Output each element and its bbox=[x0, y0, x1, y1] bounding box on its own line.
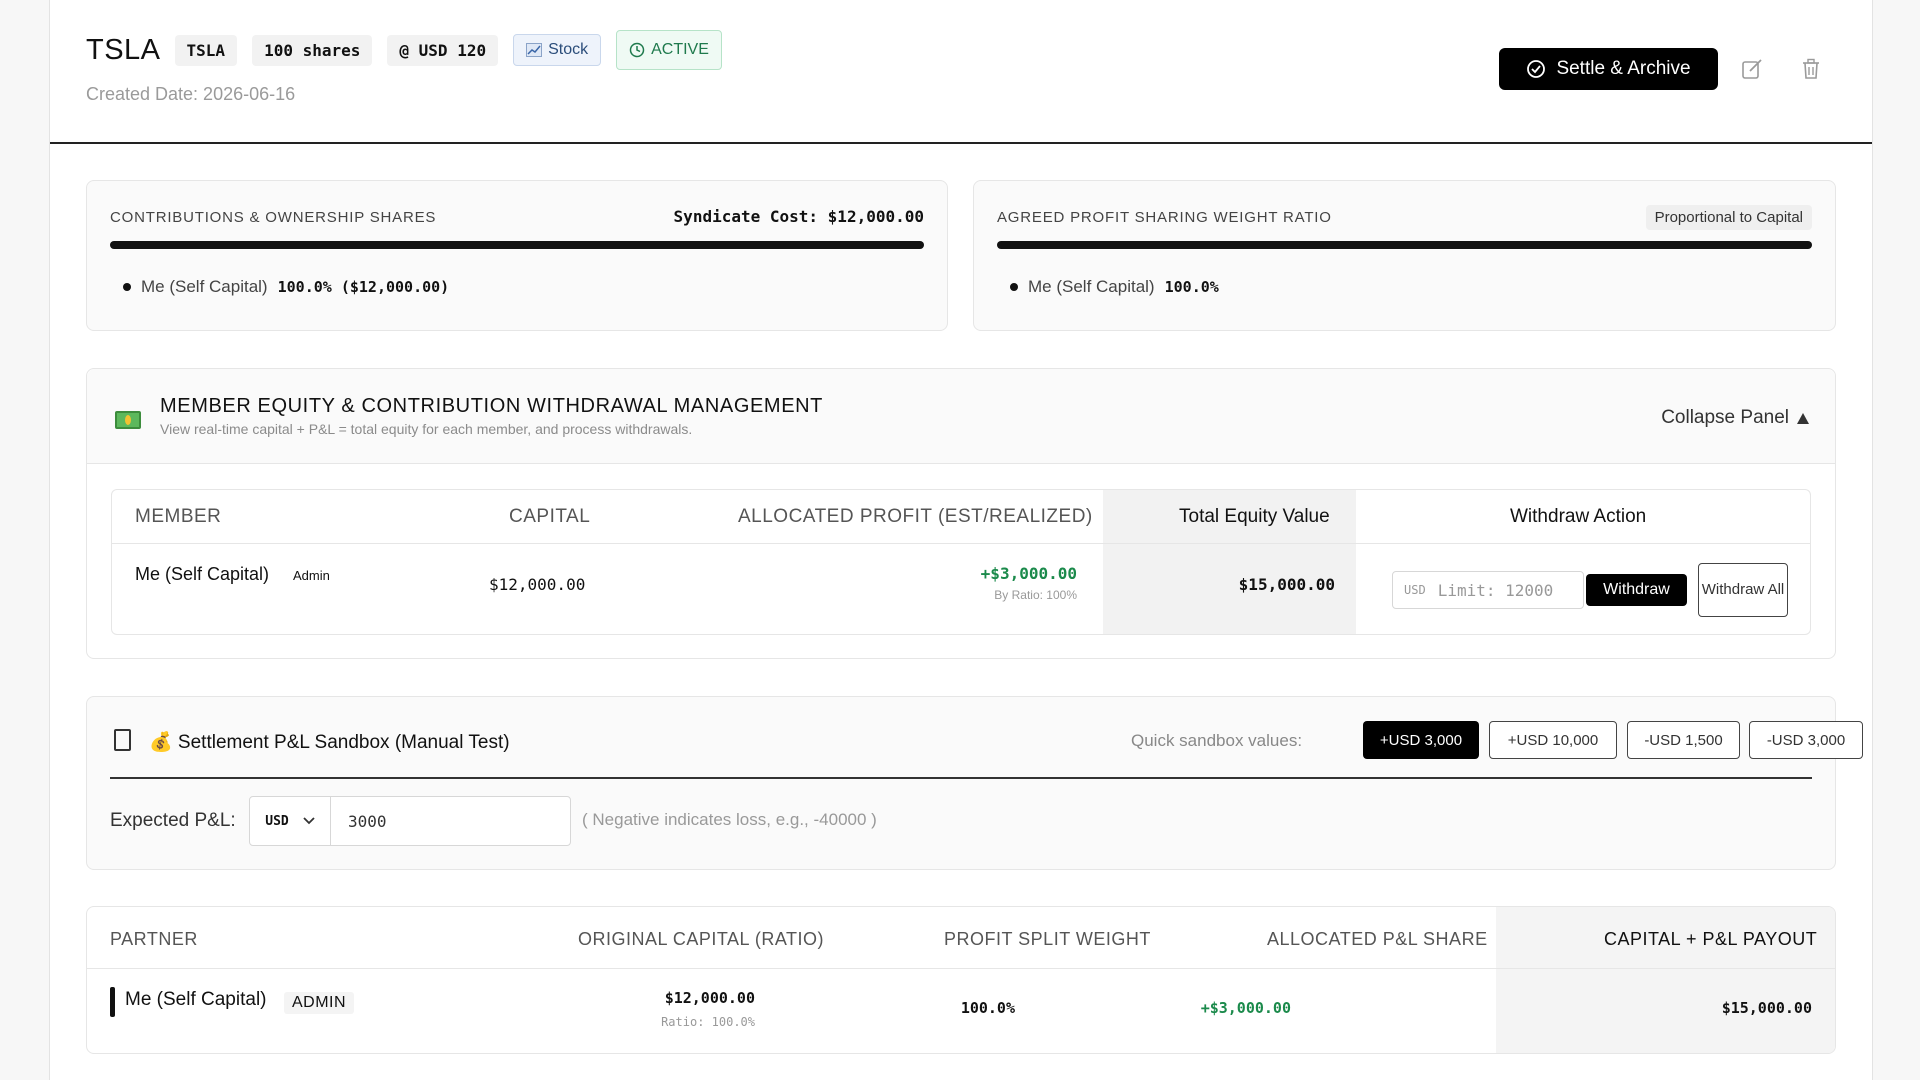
sandbox-divider bbox=[110, 777, 1812, 779]
collapse-panel-button[interactable]: Collapse Panel bbox=[1661, 407, 1809, 429]
currency-value: USD bbox=[265, 813, 289, 829]
expected-pl-field: USD 3000 bbox=[249, 796, 571, 846]
chevron-down-icon bbox=[303, 817, 315, 825]
legend-member: Me (Self Capital) bbox=[141, 277, 268, 296]
syndicate-cost: Syndicate Cost: $12,000.00 bbox=[673, 207, 924, 226]
stock-type-label: Stock bbox=[548, 41, 589, 58]
chart-icon bbox=[526, 43, 543, 57]
sandbox-title: 💰 Settlement P&L Sandbox (Manual Test) bbox=[149, 732, 510, 753]
money-icon bbox=[115, 411, 141, 429]
header-profit: ALLOCATED PROFIT (EST/REALIZED) bbox=[738, 506, 1093, 527]
member-name: Me (Self Capital) bbox=[135, 564, 270, 584]
header-original-capital: ORIGINAL CAPITAL (RATIO) bbox=[578, 929, 825, 949]
profit-ratio-label: AGREED PROFIT SHARING WEIGHT RATIO bbox=[997, 209, 1332, 226]
input-currency: USD bbox=[1404, 583, 1426, 597]
edit-button[interactable] bbox=[1739, 56, 1765, 82]
contribution-legend: Me (Self Capital) 100.0% ($12,000.00) bbox=[123, 277, 449, 297]
allocated-profit: +$3,000.00 bbox=[980, 564, 1077, 583]
partner-payout-table: PARTNER ORIGINAL CAPITAL (RATIO) PROFIT … bbox=[86, 906, 1836, 1054]
title-row: TSLA TSLA 100 shares @ USD 120 Stock ACT… bbox=[86, 30, 722, 70]
role-badge: Admin bbox=[293, 568, 330, 583]
quick-value-button[interactable]: +USD 3,000 bbox=[1363, 721, 1479, 759]
position-header: TSLA TSLA 100 shares @ USD 120 Stock ACT… bbox=[50, 0, 1872, 144]
header-payout: CAPITAL + P&L PAYOUT bbox=[1604, 929, 1818, 949]
quick-value-button[interactable]: -USD 3,000 bbox=[1749, 721, 1863, 759]
partner-role-badge: ADMIN bbox=[284, 992, 355, 1014]
trash-icon bbox=[1803, 58, 1819, 79]
contributions-label: CONTRIBUTIONS & OWNERSHIP SHARES bbox=[110, 209, 437, 226]
header-action: Withdraw Action bbox=[1510, 506, 1647, 527]
original-capital: $12,000.00 bbox=[664, 989, 755, 1007]
total-equity: $15,000.00 bbox=[1238, 575, 1335, 594]
legend-value: 100.0% bbox=[1164, 278, 1219, 296]
legend-member: Me (Self Capital) bbox=[1028, 277, 1155, 296]
calculator-icon bbox=[114, 729, 131, 751]
settle-archive-label: Settle & Archive bbox=[1556, 58, 1691, 79]
legend-dot bbox=[123, 283, 131, 291]
withdraw-all-button[interactable]: Withdraw All bbox=[1698, 563, 1788, 617]
header-partner: PARTNER bbox=[110, 929, 198, 949]
equity-table-header: MEMBER CAPITAL ALLOCATED PROFIT (EST/REA… bbox=[112, 490, 1810, 544]
withdraw-button[interactable]: Withdraw bbox=[1586, 574, 1687, 606]
equity-panel-subtitle: View real-time capital + P&L = total equ… bbox=[160, 421, 693, 437]
contributions-card: CONTRIBUTIONS & OWNERSHIP SHARES Syndica… bbox=[86, 180, 948, 331]
symbol-chip: TSLA bbox=[174, 34, 238, 66]
header-equity: Total Equity Value bbox=[1179, 506, 1330, 527]
ownership-bar bbox=[110, 241, 924, 249]
triangle-up-icon bbox=[1797, 412, 1809, 424]
equity-panel-header: MEMBER EQUITY & CONTRIBUTION WITHDRAWAL … bbox=[87, 369, 1835, 464]
expected-pl-input[interactable]: 3000 bbox=[331, 797, 570, 845]
partner-table-header: PARTNER ORIGINAL CAPITAL (RATIO) PROFIT … bbox=[87, 907, 1835, 969]
status-label: ACTIVE bbox=[651, 41, 709, 58]
quick-value-button[interactable]: -USD 1,500 bbox=[1627, 721, 1740, 759]
equity-panel: MEMBER EQUITY & CONTRIBUTION WITHDRAWAL … bbox=[86, 368, 1836, 659]
ratio-mode-badge: Proportional to Capital bbox=[1645, 205, 1812, 230]
shares-chip: 100 shares bbox=[252, 34, 373, 66]
input-placeholder: Limit: 12000 bbox=[1437, 580, 1554, 600]
edit-icon bbox=[1742, 59, 1762, 79]
created-date: Created Date: 2026-06-16 bbox=[86, 84, 296, 104]
profit-ratio-legend: Me (Self Capital) 100.0% bbox=[1010, 277, 1219, 297]
legend-value: 100.0% ($12,000.00) bbox=[277, 278, 450, 296]
expected-pl-label: Expected P&L: bbox=[110, 810, 236, 831]
header-split-weight: PROFIT SPLIT WEIGHT bbox=[944, 929, 1151, 949]
currency-select[interactable]: USD bbox=[250, 797, 331, 845]
equity-panel-title: MEMBER EQUITY & CONTRIBUTION WITHDRAWAL … bbox=[160, 395, 823, 417]
profit-ratio-bar bbox=[997, 241, 1812, 249]
expected-pl-hint: ( Negative indicates loss, e.g., -40000 … bbox=[582, 810, 877, 829]
clock-icon bbox=[629, 42, 645, 58]
withdraw-amount-input[interactable]: USD Limit: 12000 bbox=[1392, 571, 1584, 609]
header-member: MEMBER bbox=[135, 506, 222, 527]
page-container: TSLA TSLA 100 shares @ USD 120 Stock ACT… bbox=[49, 0, 1873, 1080]
split-weight: 100.0% bbox=[960, 999, 1015, 1017]
quick-values-label: Quick sandbox values: bbox=[1131, 731, 1303, 750]
delete-button[interactable] bbox=[1798, 56, 1824, 82]
header-capital: CAPITAL bbox=[509, 506, 591, 527]
equity-table: MEMBER CAPITAL ALLOCATED PROFIT (EST/REA… bbox=[111, 489, 1811, 635]
capital-ratio: Ratio: 100.0% bbox=[661, 1015, 755, 1029]
payout-value: $15,000.00 bbox=[1721, 999, 1812, 1017]
profit-ratio-note: By Ratio: 100% bbox=[994, 588, 1077, 602]
price-chip: @ USD 120 bbox=[387, 34, 499, 66]
row-accent-bar bbox=[110, 987, 115, 1017]
header-pl-share: ALLOCATED P&L SHARE bbox=[1267, 929, 1488, 949]
profit-ratio-card: AGREED PROFIT SHARING WEIGHT RATIO Propo… bbox=[973, 180, 1836, 331]
sandbox-panel: 💰 Settlement P&L Sandbox (Manual Test) Q… bbox=[86, 696, 1863, 870]
collapse-label: Collapse Panel bbox=[1661, 407, 1789, 428]
partner-name: Me (Self Capital) bbox=[125, 989, 267, 1010]
ticker-title: TSLA bbox=[86, 33, 161, 66]
stock-type-badge: Stock bbox=[513, 34, 602, 66]
quick-value-button[interactable]: +USD 10,000 bbox=[1489, 721, 1617, 759]
pl-share: +$3,000.00 bbox=[1200, 999, 1291, 1017]
settle-archive-button[interactable]: Settle & Archive bbox=[1499, 48, 1718, 90]
legend-dot bbox=[1010, 283, 1018, 291]
capital-value: $12,000.00 bbox=[489, 575, 586, 594]
check-circle-icon bbox=[1527, 60, 1546, 78]
status-badge: ACTIVE bbox=[616, 30, 722, 70]
